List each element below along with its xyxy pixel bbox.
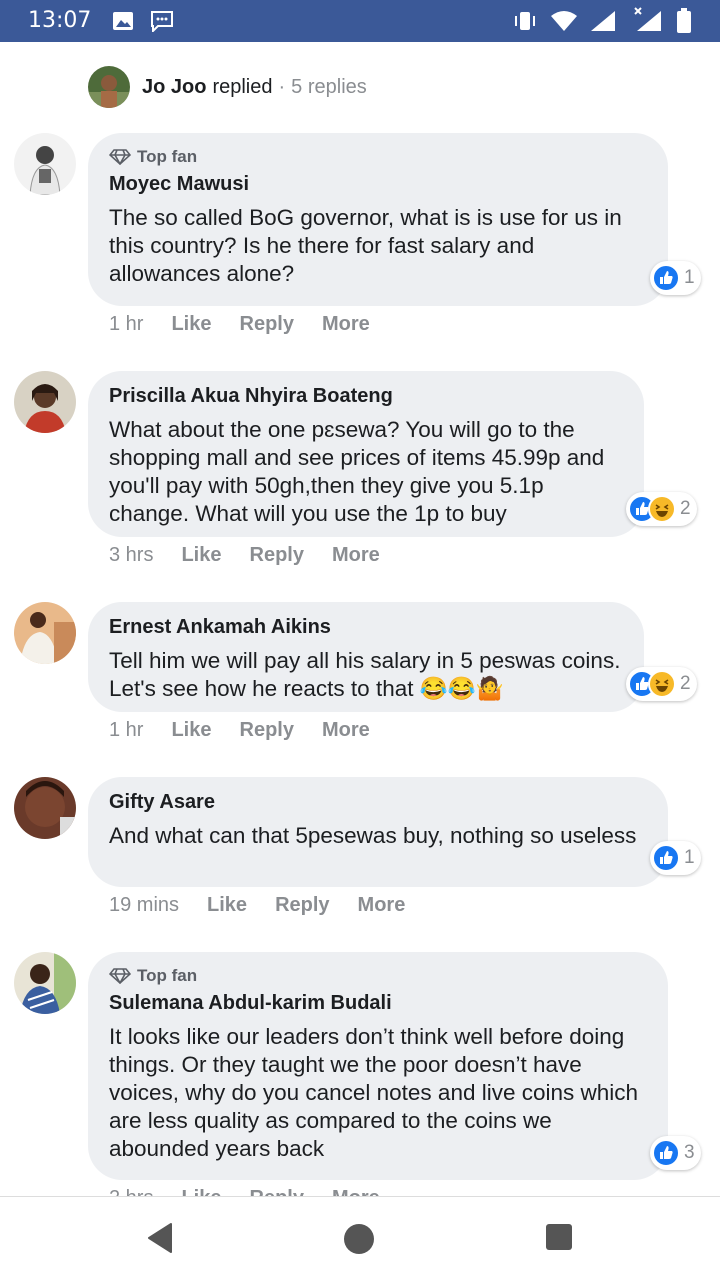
badge-label: Top fan: [137, 966, 198, 985]
reply-button[interactable]: Reply: [250, 544, 304, 567]
reactions-summary[interactable]: 1: [650, 261, 701, 295]
reactions-summary[interactable]: 1: [650, 841, 701, 875]
like-button[interactable]: Like: [207, 894, 247, 917]
like-button[interactable]: Like: [171, 719, 211, 742]
comment-bubble[interactable]: Top fan Sulemana Abdul-karim Budali It l…: [88, 952, 668, 1180]
wifi-icon: [550, 10, 578, 37]
comment-actions: 3 hrs Like Reply More: [109, 544, 408, 567]
comment-time: 3 hrs: [109, 544, 154, 566]
comment-text: And what can that 5pesewas buy, nothing …: [109, 823, 637, 848]
home-icon[interactable]: [343, 1223, 375, 1260]
replier-name[interactable]: Jo Joo: [142, 76, 206, 99]
comment-text: Tell him we will pay all his salary in 5…: [109, 648, 621, 701]
signal-icon: [590, 10, 616, 37]
reaction-count: 1: [684, 847, 695, 868]
reply-button[interactable]: Reply: [240, 719, 294, 742]
avatar[interactable]: [14, 371, 76, 433]
separator: ·: [278, 75, 286, 98]
like-button[interactable]: Like: [171, 313, 211, 336]
comment-time: 1 hr: [109, 313, 144, 335]
comment-actions: 19 mins Like Reply More: [109, 894, 433, 917]
reaction-count: 3: [684, 1142, 695, 1163]
comment-text: It looks like our leaders don’t think we…: [109, 1024, 639, 1161]
message-notification-icon: [150, 10, 174, 37]
like-reaction-icon: [652, 264, 680, 292]
reactions-summary[interactable]: 3: [650, 1136, 701, 1170]
avatar[interactable]: [14, 133, 76, 195]
reactions-summary[interactable]: 2: [626, 492, 697, 526]
like-button[interactable]: Like: [181, 544, 221, 567]
like-reaction-icon: [652, 1139, 680, 1167]
diamond-icon: [109, 149, 131, 165]
more-button[interactable]: More: [322, 313, 370, 336]
comment-actions: 1 hr Like Reply More: [109, 719, 398, 742]
commenter-name[interactable]: Ernest Ankamah Aikins: [109, 616, 624, 639]
image-notification-icon: [112, 10, 134, 37]
navigation-bar: [0, 1196, 720, 1281]
comment-bubble[interactable]: Top fan Moyec Mawusi The so called BoG g…: [88, 133, 668, 306]
more-button[interactable]: More: [358, 894, 406, 917]
avatar[interactable]: [14, 952, 76, 1014]
avatar[interactable]: [14, 602, 76, 664]
battery-icon: [676, 8, 692, 39]
recent-apps-icon[interactable]: [545, 1223, 573, 1256]
more-button[interactable]: More: [322, 719, 370, 742]
back-icon[interactable]: [146, 1223, 174, 1258]
reply-thread-header[interactable]: Jo Joo replied · 5 replies: [88, 66, 367, 108]
comment-bubble[interactable]: Gifty Asare And what can that 5pesewas b…: [88, 777, 668, 887]
status-time: 13:07: [28, 8, 92, 33]
comment-text: What about the one pɛsewa? You will go t…: [109, 417, 605, 526]
comment-actions: 1 hr Like Reply More: [109, 313, 398, 336]
reaction-count: 2: [680, 673, 691, 694]
commenter-name[interactable]: Priscilla Akua Nhyira Boateng: [109, 385, 624, 408]
commenter-name[interactable]: Moyec Mawusi: [109, 173, 648, 196]
commenter-name[interactable]: Sulemana Abdul-karim Budali: [109, 992, 648, 1015]
reaction-count: 2: [680, 498, 691, 519]
avatar[interactable]: [88, 66, 130, 108]
more-button[interactable]: More: [332, 544, 380, 567]
comment-bubble[interactable]: Priscilla Akua Nhyira Boateng What about…: [88, 371, 644, 537]
reply-button[interactable]: Reply: [240, 313, 294, 336]
badge-label: Top fan: [137, 147, 198, 166]
signal-nodata-icon: [632, 6, 664, 37]
like-reaction-icon: [652, 844, 680, 872]
reply-button[interactable]: Reply: [275, 894, 329, 917]
comment-time: 1 hr: [109, 719, 144, 741]
comment-bubble[interactable]: Ernest Ankamah Aikins Tell him we will p…: [88, 602, 644, 712]
top-fan-badge: Top fan: [109, 966, 648, 986]
reactions-summary[interactable]: 2: [626, 667, 697, 701]
haha-reaction-icon: [648, 670, 676, 698]
replies-count[interactable]: 5 replies: [291, 76, 367, 99]
haha-reaction-icon: [648, 495, 676, 523]
status-bar: 13:07: [0, 0, 720, 42]
comment-text: The so called BoG governor, what is is u…: [109, 205, 622, 286]
replied-label: replied: [212, 75, 273, 98]
comment-time: 19 mins: [109, 894, 180, 916]
avatar[interactable]: [14, 777, 76, 839]
commenter-name[interactable]: Gifty Asare: [109, 791, 648, 814]
vibrate-icon: [512, 10, 538, 37]
diamond-icon: [109, 968, 131, 984]
top-fan-badge: Top fan: [109, 147, 648, 167]
reaction-count: 1: [684, 267, 695, 288]
